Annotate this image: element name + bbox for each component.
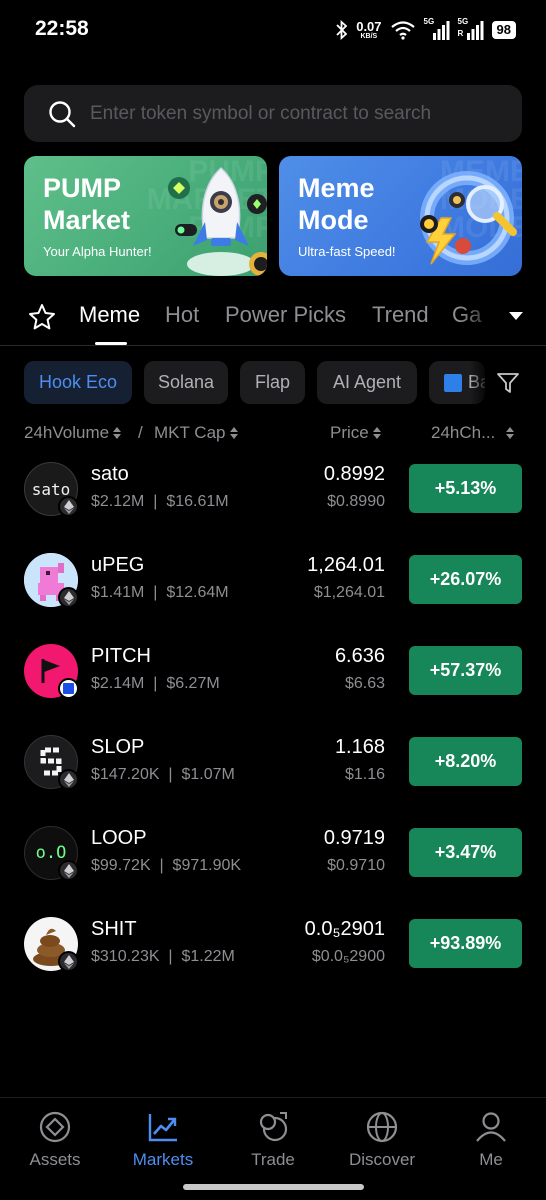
banner-title: PUMP Market bbox=[43, 173, 131, 235]
token-price: 0.8992 bbox=[323, 463, 385, 485]
ethereum-chain-icon bbox=[58, 860, 79, 881]
nav-markets[interactable]: Markets bbox=[113, 1110, 213, 1170]
chip-ai-agent[interactable]: AI Agent bbox=[317, 361, 417, 404]
sort-icon bbox=[506, 427, 515, 439]
signal-5g-roaming-icon: 5G R bbox=[458, 17, 484, 41]
token-volume-mktcap: $310.23K | $1.22M bbox=[91, 948, 235, 965]
sort-icon bbox=[229, 427, 238, 439]
banner-title: Meme Mode bbox=[298, 173, 375, 235]
search-icon bbox=[49, 100, 76, 127]
ethereum-chain-icon bbox=[58, 951, 79, 972]
status-icons: 0.07 KB/S 5G 5G R 98 bbox=[336, 16, 516, 44]
active-tab-indicator bbox=[95, 342, 127, 345]
token-price: 1.168 bbox=[334, 736, 385, 758]
token-price-usd: $0.8990 bbox=[327, 493, 385, 510]
home-indicator[interactable] bbox=[183, 1184, 364, 1190]
filter-icon[interactable] bbox=[496, 372, 520, 394]
banner-subtitle: Your Alpha Hunter! bbox=[43, 244, 152, 259]
token-price: 6.636 bbox=[334, 645, 385, 667]
sort-icon bbox=[113, 427, 122, 439]
token-volume-mktcap: $1.41M | $12.64M bbox=[91, 584, 229, 601]
ethereum-chain-icon bbox=[58, 587, 79, 608]
token-row-shit[interactable]: SHIT $310.23K | $1.22M 0.0₅2901 $0.0₅290… bbox=[0, 907, 546, 998]
ethereum-chain-icon bbox=[58, 769, 79, 790]
column-header-price[interactable]: Price bbox=[330, 423, 382, 443]
tab-power-picks[interactable]: Power Picks bbox=[225, 302, 346, 328]
column-header-mktcap[interactable]: MKT Cap bbox=[154, 423, 239, 443]
change-badge[interactable]: +93.89% bbox=[409, 919, 522, 968]
token-name: SHIT bbox=[91, 918, 137, 940]
token-name: uPEG bbox=[91, 554, 145, 576]
category-tabs: Meme Hot Power Picks Trend Ga bbox=[0, 292, 546, 346]
change-badge[interactable]: +3.47% bbox=[409, 828, 522, 877]
token-name: PITCH bbox=[91, 645, 151, 667]
bluetooth-icon bbox=[336, 20, 348, 40]
token-price-usd: $1.16 bbox=[344, 766, 385, 783]
sort-icon bbox=[372, 427, 381, 439]
pump-market-banner[interactable]: PUMPMARKETPUMP PUMPMarket Your Alpha Hun… bbox=[24, 156, 267, 276]
me-icon bbox=[476, 1112, 506, 1142]
token-row-pitch[interactable]: PITCH $2.14M | $6.27M 6.636 $6.63 +57.37… bbox=[0, 634, 546, 725]
token-price-usd: $0.0₅2900 bbox=[311, 948, 385, 965]
tabs-dropdown-icon[interactable] bbox=[508, 310, 524, 322]
status-bar: 22:58 0.07 KB/S 5G 5G R 98 bbox=[0, 0, 546, 60]
token-row-loop[interactable]: o.O LOOP $99.72K | $971.90K 0.9719 $0.97… bbox=[0, 816, 546, 907]
wifi-icon bbox=[390, 21, 415, 40]
assets-icon bbox=[39, 1111, 71, 1143]
trade-icon bbox=[259, 1112, 288, 1142]
token-volume-mktcap: $2.14M | $6.27M bbox=[91, 675, 220, 692]
network-speed: 0.07 KB/S bbox=[356, 19, 382, 40]
nav-discover[interactable]: Discover bbox=[332, 1110, 432, 1170]
token-price-usd: $1,264.01 bbox=[313, 584, 385, 601]
meme-mode-banner[interactable]: MEMEMODEMODE MemeMode Ultra-fast Speed! bbox=[279, 156, 522, 276]
token-row-slop[interactable]: SLOP $147.20K | $1.07M 1.168 $1.16 +8.20… bbox=[0, 725, 546, 816]
tab-meme[interactable]: Meme bbox=[79, 302, 140, 328]
token-volume-mktcap: $147.20K | $1.07M bbox=[91, 766, 235, 783]
ethereum-chain-icon bbox=[58, 496, 79, 517]
change-badge[interactable]: +8.20% bbox=[409, 737, 522, 786]
column-header-change[interactable]: 24hCh... bbox=[431, 423, 515, 443]
search-input[interactable] bbox=[90, 102, 470, 125]
token-price: 1,264.01 bbox=[307, 554, 385, 576]
search-bar[interactable] bbox=[24, 85, 522, 142]
token-name: SLOP bbox=[91, 736, 145, 758]
nav-me[interactable]: Me bbox=[441, 1110, 541, 1170]
star-favorites-icon[interactable] bbox=[28, 303, 56, 331]
token-price: 0.9719 bbox=[323, 827, 385, 849]
blue-square-icon bbox=[444, 373, 462, 392]
battery-indicator: 98 bbox=[491, 21, 516, 39]
signal-5g-icon: 5G bbox=[424, 17, 450, 41]
token-name: LOOP bbox=[91, 827, 147, 849]
change-badge[interactable]: +5.13% bbox=[409, 464, 522, 513]
discover-icon bbox=[366, 1111, 398, 1143]
nav-assets[interactable]: Assets bbox=[5, 1110, 105, 1170]
column-header-volume[interactable]: 24hVolume bbox=[24, 423, 122, 443]
tab-trend[interactable]: Trend bbox=[372, 302, 429, 328]
change-badge[interactable]: +57.37% bbox=[409, 646, 522, 695]
rocket-illustration bbox=[168, 166, 267, 276]
change-badge[interactable]: +26.07% bbox=[409, 555, 522, 604]
markets-icon bbox=[148, 1114, 177, 1142]
nav-trade[interactable]: Trade bbox=[223, 1110, 323, 1170]
base-chain-icon bbox=[58, 678, 79, 699]
column-separator: / bbox=[138, 423, 143, 442]
token-price-usd: $6.63 bbox=[344, 675, 385, 692]
token-row-sato[interactable]: sato sato $2.12M | $16.61M 0.8992 $0.899… bbox=[0, 452, 546, 543]
token-row-upeg[interactable]: uPEG $1.41M | $12.64M 1,264.01 $1,264.01… bbox=[0, 543, 546, 634]
tab-hot[interactable]: Hot bbox=[165, 302, 199, 328]
token-price-usd: $0.9710 bbox=[327, 857, 385, 874]
chip-hook-eco[interactable]: Hook Eco bbox=[24, 361, 132, 404]
banner-subtitle: Ultra-fast Speed! bbox=[298, 244, 396, 259]
token-volume-mktcap: $99.72K | $971.90K bbox=[91, 857, 242, 874]
chip-flap[interactable]: Flap bbox=[240, 361, 305, 404]
token-volume-mktcap: $2.12M | $16.61M bbox=[91, 493, 229, 510]
status-time: 22:58 bbox=[35, 17, 89, 40]
token-name: sato bbox=[91, 463, 129, 485]
chip-solana[interactable]: Solana bbox=[144, 361, 228, 404]
lightning-magnifier-illustration bbox=[420, 171, 517, 265]
token-price: 0.0₅2901 bbox=[304, 918, 385, 940]
